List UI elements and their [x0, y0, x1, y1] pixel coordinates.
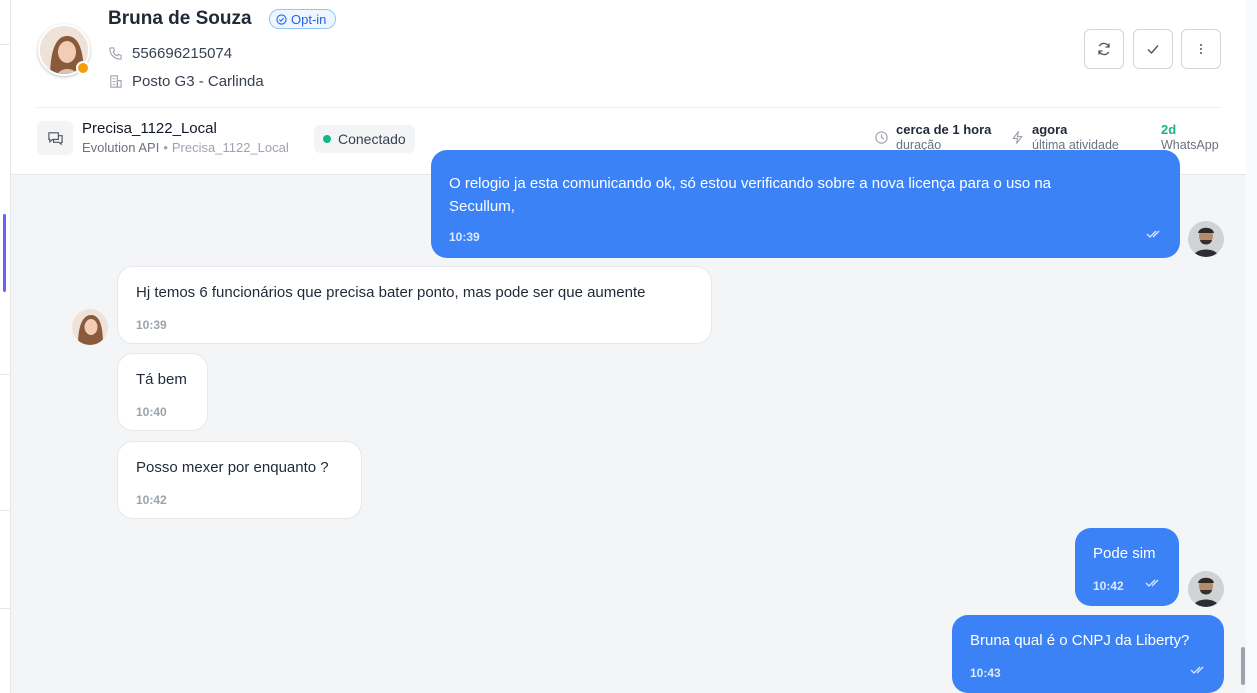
sidebar-divider [0, 44, 11, 45]
channel-name: Precisa_1122_Local [82, 120, 217, 137]
contact-name: Bruna de Souza [108, 8, 252, 29]
channel-instance: Precisa_1122_Local [171, 140, 289, 155]
chat-bubbles-icon [47, 131, 63, 145]
duration-value: cerca de 1 hora [896, 122, 992, 137]
agent-avatar [1188, 571, 1224, 607]
channel-age-value: 2d [1161, 122, 1177, 137]
sidebar-edge [0, 0, 11, 693]
duration-stat: cerca de 1 hora duração [896, 122, 991, 152]
optin-badge: Opt-in [269, 9, 337, 29]
message-bubble-incoming[interactable]: Tá bem 10:40 [117, 353, 208, 431]
message-time: 10:42 [136, 493, 167, 507]
channel-age-stat: 2d WhatsApp [1161, 122, 1219, 152]
message-bubble-outgoing[interactable]: O relogio ja esta comunicando ok, só est… [431, 150, 1180, 258]
chat-scrollbar-thumb[interactable] [1241, 647, 1245, 685]
message-text: Hj temos 6 funcionários que precisa bate… [136, 284, 646, 301]
presence-status-dot [76, 61, 90, 75]
sidebar-divider [0, 510, 11, 511]
more-options-button[interactable] [1181, 29, 1221, 69]
clock-icon [875, 131, 888, 144]
building-icon [110, 75, 122, 88]
message-bubble-outgoing[interactable]: Pode sim 10:42 [1075, 528, 1179, 606]
double-check-icon [1146, 230, 1160, 238]
double-check-icon [1145, 579, 1159, 587]
contact-location-row: Posto G3 - Carlinda [108, 73, 264, 90]
resolve-button[interactable] [1133, 29, 1173, 69]
activity-value: agora [1032, 122, 1068, 137]
sidebar-active-indicator [3, 214, 6, 292]
message-time: 10:42 [1093, 579, 1124, 593]
channel-icon-box [37, 121, 73, 155]
sidebar-divider [0, 608, 11, 609]
optin-badge-label: Opt-in [291, 11, 327, 27]
message-text: O relogio ja esta comunicando ok, só est… [449, 175, 1052, 192]
connected-dot [323, 135, 331, 143]
activity-stat: agora última atividade [1032, 122, 1119, 152]
refresh-button[interactable] [1084, 29, 1124, 69]
message-text: Secullum, [449, 198, 515, 215]
message-time: 10:39 [136, 318, 167, 332]
contact-phone: 556696215074 [132, 45, 233, 62]
double-check-icon [1190, 666, 1204, 674]
channel-type-label: WhatsApp [1161, 138, 1219, 152]
conversation-header: Bruna de Souza Opt-in 556696215074 Posto… [11, 0, 1246, 175]
connection-status-badge: Conectado [314, 125, 415, 153]
message-text: Bruna qual é o CNPJ da Liberty? [970, 632, 1190, 649]
contact-phone-row: 556696215074 [108, 45, 232, 62]
message-bubble-incoming[interactable]: Hj temos 6 funcionários que precisa bate… [117, 266, 712, 344]
channel-provider: Evolution API [82, 140, 160, 155]
message-bubble-incoming[interactable]: Posso mexer por enquanto ? 10:42 [117, 441, 362, 519]
message-time: 10:40 [136, 405, 167, 419]
message-text: Pode sim [1093, 545, 1156, 562]
message-time: 10:39 [449, 230, 480, 244]
page-scrollbar-track[interactable] [1246, 0, 1257, 693]
separator-dot: • [163, 140, 168, 155]
message-text: Posso mexer por enquanto ? [136, 459, 329, 476]
sidebar-divider [0, 374, 11, 375]
check-circle-icon [276, 13, 287, 25]
check-icon [1147, 45, 1159, 55]
message-time: 10:43 [970, 666, 1001, 680]
agent-avatar [1188, 221, 1224, 257]
contact-avatar-small [72, 309, 108, 345]
connection-status: Conectado [338, 131, 406, 147]
more-vertical-icon [1200, 44, 1202, 54]
header-divider [36, 107, 1222, 108]
channel-subtitle: Evolution API • Precisa_1122_Local [82, 140, 289, 155]
contact-location: Posto G3 - Carlinda [132, 73, 264, 90]
lightning-icon [1012, 131, 1023, 144]
refresh-icon [1098, 42, 1110, 56]
phone-icon [109, 47, 122, 60]
message-bubble-outgoing[interactable]: Bruna qual é o CNPJ da Liberty? 10:43 [952, 615, 1224, 693]
message-text: Tá bem [136, 371, 187, 388]
